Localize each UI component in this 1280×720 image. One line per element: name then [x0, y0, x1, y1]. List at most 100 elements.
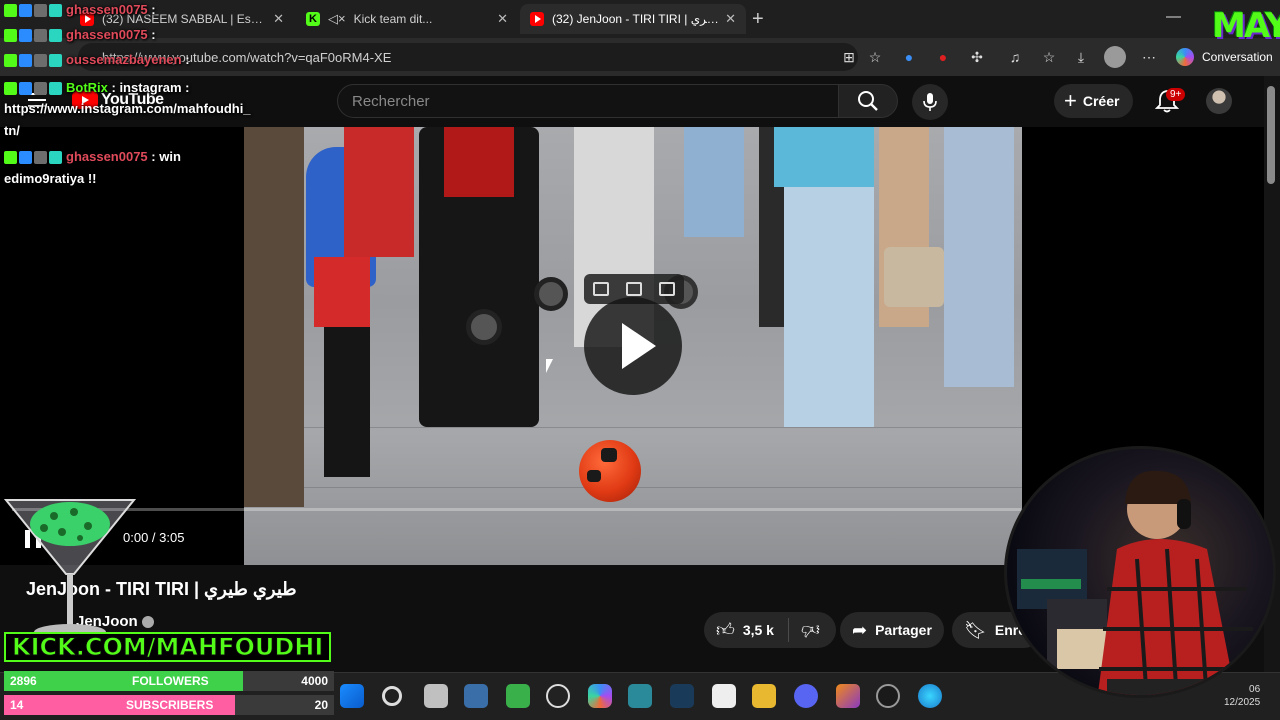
muted-speaker-icon[interactable]: ◁×: [328, 11, 346, 27]
account-avatar[interactable]: [1206, 88, 1232, 114]
extension-red-icon[interactable]: ●: [934, 48, 952, 66]
chat-username: ghassen0075: [66, 2, 148, 17]
obs-icon[interactable]: [546, 684, 570, 708]
minimize-button[interactable]: —: [1166, 8, 1181, 25]
app-icon[interactable]: [670, 684, 694, 708]
tier-badge-icon: [49, 29, 62, 43]
new-tab-button[interactable]: +: [752, 8, 764, 31]
like-count[interactable]: 3,5 k: [743, 622, 774, 638]
chat-username: oussemazbayenen: [66, 52, 182, 67]
thumbs-down-icon[interactable]: 👍︎: [801, 619, 820, 641]
chat-text: :: [147, 2, 156, 17]
copilot-conversation-button[interactable]: Conversation: [1170, 44, 1280, 70]
search-button[interactable]: [838, 84, 898, 118]
like-dislike-group: 👍︎ 3,5 k 👍︎: [704, 612, 836, 648]
share-label: Partager: [875, 622, 932, 638]
handbag: [884, 247, 944, 307]
tier-badge-icon: [49, 4, 62, 18]
profile-avatar[interactable]: [1104, 46, 1126, 68]
fl-studio-icon[interactable]: [836, 684, 860, 708]
favorite-star-icon[interactable]: ☆: [866, 48, 884, 66]
kick-icon: K: [306, 12, 320, 26]
discord-icon[interactable]: [794, 684, 818, 708]
video-popout-icon[interactable]: [625, 282, 642, 296]
football: [579, 440, 641, 502]
share-button[interactable]: ➦ Partager: [840, 612, 944, 648]
close-icon[interactable]: ✕: [273, 11, 284, 27]
notification-count-badge: 9+: [1166, 88, 1186, 101]
media-icon[interactable]: ♫: [1006, 48, 1024, 66]
gift-badge-icon: [34, 82, 47, 96]
kick-badge-icon: [4, 4, 17, 18]
search-icon: [858, 91, 878, 111]
edge-icon[interactable]: [918, 684, 942, 708]
chat-badges: [4, 4, 62, 18]
copilot-icon[interactable]: [588, 684, 612, 708]
streamer-webcam: [1004, 446, 1276, 698]
app-icon[interactable]: [628, 684, 652, 708]
extension-shield-icon[interactable]: ●: [900, 48, 918, 66]
child-black-pants: [324, 327, 370, 477]
big-play-button[interactable]: [584, 297, 682, 395]
search-icon[interactable]: [382, 686, 402, 706]
kick-badge-icon: [4, 151, 17, 165]
create-label: Créer: [1082, 93, 1120, 109]
close-icon[interactable]: ✕: [725, 11, 736, 27]
mouse-cursor: [546, 359, 558, 373]
extensions-puzzle-icon[interactable]: ✣: [968, 48, 986, 66]
collections-icon[interactable]: ☆: [1040, 48, 1058, 66]
person-jeans-right: [944, 127, 1014, 387]
chat-text: :: [181, 52, 190, 67]
chat-username: ghassen0075: [66, 27, 148, 42]
sub-badge-icon: [19, 82, 32, 96]
file-explorer-icon[interactable]: [752, 684, 776, 708]
screen: (32) NASEEM SABBAL | Esaam Sa ✕ K ◁× Kic…: [0, 0, 1280, 720]
remote-desktop-icon[interactable]: [464, 684, 488, 708]
kick-channel-url: KICK.COM/MAHFOUDHI: [4, 632, 332, 662]
chat-badges: [4, 82, 62, 96]
chat-badges: [4, 54, 62, 68]
chat-username: ghassen0075: [66, 149, 148, 164]
search-input[interactable]: Rechercher: [337, 84, 839, 118]
streamer-logo: MAY: [1212, 6, 1280, 46]
chrome-icon[interactable]: [876, 684, 900, 708]
tab-kick-team[interactable]: K ◁× Kick team dit... ✕: [296, 4, 518, 34]
chat-text: : instagram :: [107, 80, 190, 95]
child-red-sweater: [314, 257, 370, 327]
scrollbar-thumb[interactable]: [1267, 86, 1275, 184]
chat-badges: [4, 151, 62, 165]
apps-icon[interactable]: ⊞: [840, 48, 858, 66]
system-clock[interactable]: 06 12/2025: [1224, 683, 1260, 709]
download-icon[interactable]: ⤓: [1072, 48, 1090, 66]
chat-message: BotRix : instagram :: [4, 80, 190, 96]
tab-jenjoon[interactable]: (32) JenJoon - TIRI TIRI | طيري طيري ✕: [520, 4, 746, 34]
clock-date: 12/2025: [1224, 697, 1261, 708]
sub-badge-icon: [19, 4, 32, 18]
verified-icon: [141, 616, 154, 629]
address-bar[interactable]: https://www.youtube.com/watch?v=qaF0oRM4…: [78, 43, 858, 71]
subscribers-goal-bar: 14 SUBSCRIBERS 20: [4, 695, 334, 715]
clock-time: 06: [1249, 684, 1261, 695]
windows-start-icon[interactable]: [340, 684, 364, 708]
tier-badge-icon: [49, 82, 62, 96]
more-menu-icon[interactable]: ⋯: [1140, 48, 1158, 66]
android-app-icon[interactable]: [506, 684, 530, 708]
create-button[interactable]: + Créer: [1054, 84, 1134, 118]
followers-goal: 4000: [301, 674, 328, 688]
capcut-icon[interactable]: [712, 684, 736, 708]
tier-badge-icon: [49, 151, 62, 165]
scooter-wheel: [534, 277, 568, 311]
task-view-icon[interactable]: [424, 684, 448, 708]
chat-text: : win: [147, 149, 181, 164]
thumbs-up-icon[interactable]: 👍︎: [716, 619, 735, 641]
chat-message: ghassen0075 :: [4, 27, 156, 43]
voice-search-button[interactable]: [912, 84, 948, 120]
progress-bar[interactable]: [12, 508, 1021, 511]
cocktail-glass-graphic: [4, 499, 136, 640]
close-icon[interactable]: ✕: [497, 11, 508, 27]
picture-in-picture-icon[interactable]: [592, 282, 609, 296]
chat-username: BotRix: [66, 80, 108, 95]
divider: [787, 618, 789, 642]
tier-badge-icon: [49, 54, 62, 68]
clip-icon[interactable]: [659, 282, 676, 296]
